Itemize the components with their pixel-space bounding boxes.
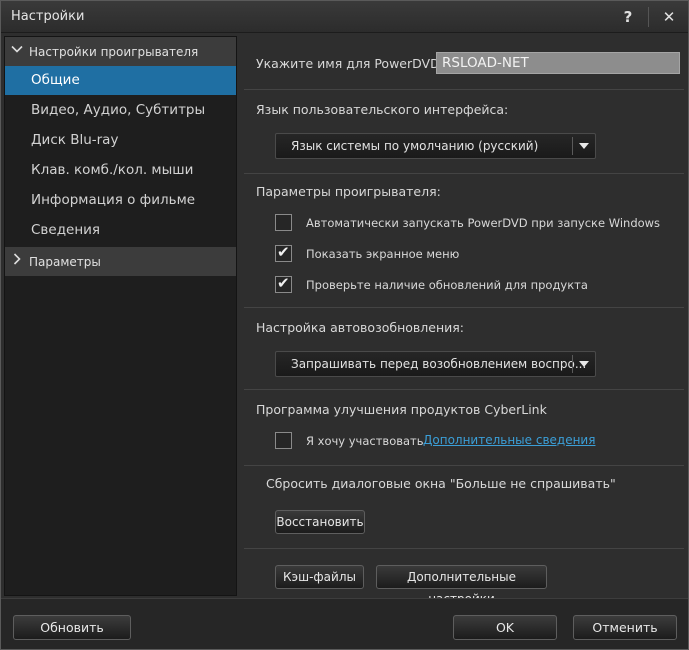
chevron-right-icon xyxy=(11,253,25,269)
resume-label: Настройка автовозобновления: xyxy=(256,320,464,335)
sidebar-item-label: Диск Blu-ray xyxy=(31,132,119,148)
close-button[interactable]: ✕ xyxy=(658,6,680,28)
dropdown-arrow-icon xyxy=(579,361,589,367)
checkmark-icon: ✔ xyxy=(277,243,290,261)
sidebar-item-label: Видео, Аудио, Субтитры xyxy=(31,102,206,118)
sidebar-item-video-audio-subtitles[interactable]: Видео, Аудио, Субтитры xyxy=(5,96,236,125)
player-params-label: Параметры проигрывателя: xyxy=(256,184,441,199)
participate-checkbox[interactable] xyxy=(275,432,292,449)
sidebar-item-label: Общие xyxy=(31,72,80,88)
autostart-label: Автоматически запускать PowerDVD при зап… xyxy=(306,216,661,230)
sidebar-group-label: Параметры xyxy=(29,255,101,269)
resume-value: Запрашивать перед возобновлением воспро.… xyxy=(291,357,587,371)
reset-dialogs-label: Сбросить диалоговые окна "Больше не спра… xyxy=(266,476,616,491)
sidebar-group-label: Настройки проигрывателя xyxy=(29,45,199,59)
checkmark-icon: ✔ xyxy=(277,274,290,292)
player-name-input[interactable] xyxy=(436,52,680,74)
dropdown-divider xyxy=(572,355,573,373)
cyberlink-program-label: Программа улучшения продуктов CyberLink xyxy=(256,402,547,417)
cancel-button[interactable]: Отменить xyxy=(573,615,677,640)
dropdown-arrow-icon xyxy=(579,143,589,149)
sidebar-group-parameters[interactable]: Параметры xyxy=(5,247,236,276)
resume-dropdown[interactable]: Запрашивать перед возобновлением воспро.… xyxy=(275,351,596,377)
restore-button[interactable]: Восстановить xyxy=(275,510,365,534)
help-button[interactable]: ? xyxy=(617,6,639,28)
check-updates-checkbox[interactable]: ✔ xyxy=(275,274,292,293)
show-osd-checkbox[interactable]: ✔ xyxy=(275,243,292,262)
check-updates-label: Проверьте наличие обновлений для продукт… xyxy=(306,278,588,292)
ui-language-value: Язык системы по умолчанию (русский) xyxy=(291,139,539,153)
sidebar-item-label: Клав. комб./кол. мыши xyxy=(31,162,194,178)
title-bar[interactable]: Настройки ? ✕ xyxy=(1,1,688,33)
settings-sidebar: Настройки проигрывателя Общие Видео, Ауд… xyxy=(4,36,237,596)
participate-label: Я хочу участвовать xyxy=(306,434,424,448)
divider xyxy=(244,307,684,308)
show-osd-label: Показать экранное меню xyxy=(306,247,460,261)
divider xyxy=(244,389,684,390)
dialog-footer: Обновить OK Отменить xyxy=(1,598,688,649)
divider xyxy=(244,465,684,466)
ui-language-label: Язык пользовательского интерфейса: xyxy=(256,102,509,117)
more-info-link[interactable]: Дополнительные сведения xyxy=(423,433,595,447)
titlebar-divider xyxy=(648,7,649,27)
advanced-settings-button[interactable]: Дополнительные настройки xyxy=(376,565,547,606)
sidebar-group-player-settings[interactable]: Настройки проигрывателя xyxy=(5,37,236,66)
divider xyxy=(244,173,684,174)
update-button[interactable]: Обновить xyxy=(13,615,131,640)
divider xyxy=(244,548,684,549)
settings-main-panel: Укажите имя для PowerDVD: Язык пользоват… xyxy=(238,36,686,606)
settings-dialog: Настройки ? ✕ Настройки проигрывателя Об… xyxy=(0,0,689,650)
autostart-checkbox[interactable] xyxy=(275,214,292,231)
divider xyxy=(244,89,684,90)
cache-files-button[interactable]: Кэш-файлы xyxy=(275,565,364,589)
sidebar-item-blu-ray[interactable]: Диск Blu-ray xyxy=(5,126,236,155)
player-name-label: Укажите имя для PowerDVD: xyxy=(256,56,444,71)
ok-button[interactable]: OK xyxy=(453,615,557,640)
dropdown-divider xyxy=(572,137,573,155)
ui-language-dropdown[interactable]: Язык системы по умолчанию (русский) xyxy=(275,133,596,159)
sidebar-item-general[interactable]: Общие xyxy=(5,66,236,95)
sidebar-item-about[interactable]: Сведения xyxy=(5,216,236,245)
window-title: Настройки xyxy=(11,9,85,24)
sidebar-item-movie-info[interactable]: Информация о фильме xyxy=(5,186,236,215)
sidebar-item-label: Информация о фильме xyxy=(31,192,196,208)
chevron-down-icon xyxy=(11,43,25,59)
sidebar-item-hotkeys-mouse[interactable]: Клав. комб./кол. мыши xyxy=(5,156,236,185)
sidebar-item-label: Сведения xyxy=(31,222,101,238)
